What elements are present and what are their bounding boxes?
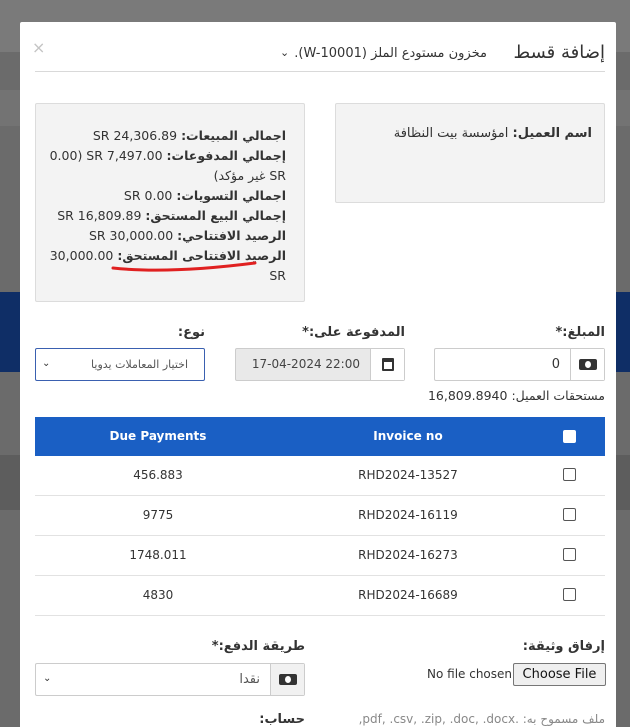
invoices-table: Due Payments Invoice no 456.883 RHD2024-… bbox=[35, 417, 605, 616]
amount-label: المبلغ:* bbox=[555, 325, 605, 340]
customer-line: اسم العميل: امؤسسة بيت النظافة bbox=[394, 126, 592, 141]
customer-name: امؤسسة بيت النظافة bbox=[393, 126, 509, 141]
header-due-payments: Due Payments bbox=[109, 429, 207, 443]
chevron-down-icon[interactable]: ⌄ bbox=[280, 46, 289, 59]
chevron-down-icon[interactable]: ⌄ bbox=[42, 358, 50, 369]
summary-label: اجمالي التسويات: bbox=[176, 188, 286, 203]
account-label: حساب: bbox=[259, 712, 305, 727]
invoice-cell: RHD2024-13527 bbox=[358, 468, 458, 482]
table-row: 1748.011 RHD2024-16273 bbox=[35, 536, 605, 576]
payment-method-label: طريقة الدفع:* bbox=[211, 639, 305, 654]
background-row-left bbox=[0, 455, 20, 510]
summary-line: إجمالي المدفوعات: SR 7,497.00 (0.00 SR غ… bbox=[41, 146, 286, 186]
attach-label: إرفاق وثيقة: bbox=[522, 639, 605, 654]
modal-title: إضافة قسط bbox=[513, 42, 606, 63]
modal-header: × إضافة قسط مخزون مستودع الملز (W-10001)… bbox=[32, 36, 606, 72]
summary-value: SR 30,000.00 bbox=[88, 228, 174, 243]
table-row: 4830 RHD2024-16689 bbox=[35, 576, 605, 616]
summary-line: اجمالي المبيعات: SR 24,306.89 bbox=[41, 126, 286, 146]
invoice-cell: RHD2024-16689 bbox=[358, 588, 458, 602]
date-value[interactable]: 17-04-2024 22:00 bbox=[252, 357, 360, 371]
select-all-checkbox[interactable] bbox=[563, 430, 576, 443]
amount-value[interactable]: 0 bbox=[552, 357, 560, 372]
summary-line: الرصيد الافتتاحي: SR 30,000.00 bbox=[41, 226, 286, 246]
due-cell: 4830 bbox=[142, 588, 174, 602]
type-value[interactable]: اختيار المعاملات يدويا bbox=[91, 358, 188, 371]
payment-method-value[interactable]: نقدا bbox=[239, 672, 260, 687]
date-addon bbox=[370, 349, 404, 380]
money-icon bbox=[579, 359, 597, 370]
summary-line: اجمالي التسويات: SR 0.00 bbox=[41, 186, 286, 206]
summary-label: اجمالي المبيعات: bbox=[181, 128, 286, 143]
calendar-icon bbox=[382, 358, 394, 371]
header-invoice-no: Invoice no bbox=[373, 429, 443, 443]
summary-line: إجمالي البيع المستحق: SR 16,809.89 bbox=[41, 206, 286, 226]
add-payment-modal: × إضافة قسط مخزون مستودع الملز (W-10001)… bbox=[20, 22, 616, 727]
warehouse-select[interactable]: مخزون مستودع الملز (W-10001). bbox=[294, 46, 487, 61]
summary-label: إجمالي المدفوعات: bbox=[166, 148, 286, 163]
close-icon[interactable]: × bbox=[32, 38, 45, 57]
background-panel-left bbox=[0, 292, 20, 372]
file-status: No file chosen bbox=[427, 667, 513, 681]
invoice-cell: RHD2024-16119 bbox=[358, 508, 458, 522]
row-checkbox[interactable] bbox=[563, 548, 576, 561]
table-row: 456.883 RHD2024-13527 bbox=[35, 456, 605, 496]
choose-file-button[interactable]: Choose File bbox=[513, 663, 606, 686]
customer-panel: اسم العميل: امؤسسة بيت النظافة bbox=[335, 103, 605, 203]
red-annotation-underline bbox=[111, 261, 257, 272]
summary-label: إجمالي البيع المستحق: bbox=[145, 208, 286, 223]
payment-method-select[interactable]: نقدا ⌄ bbox=[35, 663, 305, 696]
customer-label: اسم العميل: bbox=[512, 126, 592, 141]
row-checkbox[interactable] bbox=[563, 468, 576, 481]
summary-value: SR 16,809.89 bbox=[57, 208, 142, 223]
chevron-down-icon[interactable]: ⌄ bbox=[43, 673, 51, 684]
paid-on-date-input[interactable]: 17-04-2024 22:00 bbox=[235, 348, 405, 381]
amount-input[interactable]: 0 bbox=[434, 348, 605, 381]
row-checkbox[interactable] bbox=[563, 588, 576, 601]
due-cell: 456.883 bbox=[133, 468, 183, 482]
due-cell: 1748.011 bbox=[129, 548, 187, 562]
invoice-cell: RHD2024-16273 bbox=[358, 548, 458, 562]
paid-on-label: المدفوعة على:* bbox=[302, 325, 405, 340]
table-header: Due Payments Invoice no bbox=[35, 417, 605, 456]
due-cell: 9775 bbox=[142, 508, 174, 522]
type-select[interactable]: اختيار المعاملات يدويا ⌄ bbox=[35, 348, 205, 381]
summary-value: SR 24,306.89 bbox=[92, 128, 178, 143]
summary-label: الرصيد الافتتاحي: bbox=[177, 228, 286, 243]
background-row-right bbox=[616, 455, 630, 510]
amount-addon bbox=[570, 349, 604, 380]
allowed-files-note: ملف مسموح به: .pdf, .csv, .zip, .doc, .d… bbox=[358, 712, 605, 726]
table-row: 9775 RHD2024-16119 bbox=[35, 496, 605, 536]
background-panel-right bbox=[616, 292, 630, 372]
summary-value: SR 0.00 bbox=[123, 188, 173, 203]
type-label: نوع: bbox=[177, 325, 205, 340]
payment-addon bbox=[270, 664, 304, 695]
row-checkbox[interactable] bbox=[563, 508, 576, 521]
money-icon bbox=[279, 674, 297, 685]
customer-dues: مستحقات العميل: 16,809.8940 bbox=[427, 388, 605, 403]
